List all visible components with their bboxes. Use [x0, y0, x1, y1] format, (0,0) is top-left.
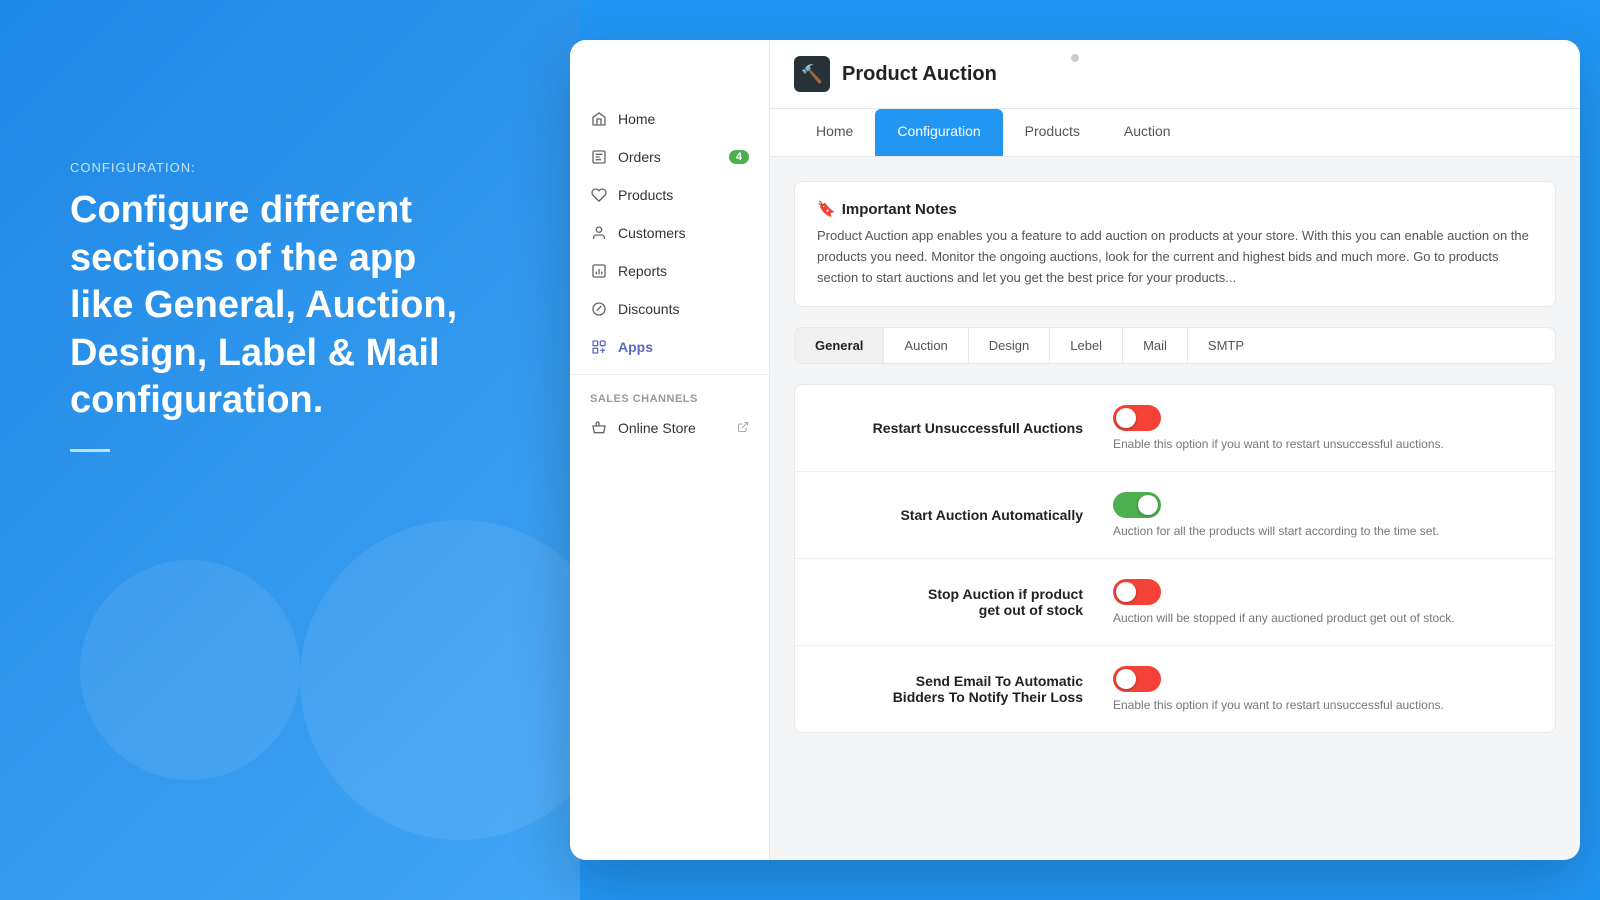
sub-tab-design[interactable]: Design	[969, 328, 1050, 363]
setting-desc-email-bidders: Enable this option if you want to restar…	[1113, 698, 1533, 712]
orders-icon	[590, 148, 608, 166]
toggle-auto-start[interactable]	[1113, 492, 1161, 518]
config-label: CONFIGURATION:	[70, 160, 490, 175]
sub-tab-mail[interactable]: Mail	[1123, 328, 1188, 363]
sidebar-divider	[570, 374, 769, 375]
sub-tabs: General Auction Design Lebel Mail SMTP	[794, 327, 1556, 364]
deco-circle-2	[80, 560, 300, 780]
notes-title: 🔖 Important Notes	[817, 200, 1533, 218]
tab-home[interactable]: Home	[794, 109, 875, 156]
toggle-restart[interactable]	[1113, 405, 1161, 431]
customers-icon	[590, 224, 608, 242]
reports-icon	[590, 262, 608, 280]
store-icon	[590, 419, 608, 437]
left-text-block: CONFIGURATION: Configure different secti…	[70, 160, 490, 452]
setting-desc-restart: Enable this option if you want to restar…	[1113, 437, 1533, 451]
sub-tab-lebel[interactable]: Lebel	[1050, 328, 1123, 363]
left-panel: CONFIGURATION: Configure different secti…	[0, 0, 580, 900]
online-store-label: Online Store	[618, 420, 696, 436]
sidebar-item-orders[interactable]: Orders 4	[570, 138, 769, 176]
config-heading: Configure different sections of the app …	[70, 187, 490, 425]
toggle-stop-oos[interactable]	[1113, 579, 1161, 605]
discounts-icon	[590, 300, 608, 318]
setting-control-stop-oos: Auction will be stopped if any auctioned…	[1113, 579, 1533, 625]
setting-control-email-bidders: Enable this option if you want to restar…	[1113, 666, 1533, 712]
main-window: Home Orders 4 Products Customers R	[570, 40, 1580, 860]
sidebar: Home Orders 4 Products Customers R	[570, 40, 770, 860]
setting-title-restart: Restart Unsuccessfull Auctions	[817, 420, 1083, 436]
sidebar-item-products[interactable]: Products	[570, 176, 769, 214]
important-notes-box: 🔖 Important Notes Product Auction app en…	[794, 181, 1556, 307]
setting-row-restart: Restart Unsuccessfull Auctions Enable th…	[795, 385, 1555, 472]
sidebar-discounts-label: Discounts	[618, 301, 679, 317]
sidebar-item-home[interactable]: Home	[570, 100, 769, 138]
sidebar-apps-label: Apps	[618, 339, 653, 355]
apps-icon	[590, 338, 608, 356]
setting-label-auto-start: Start Auction Automatically	[817, 507, 1113, 523]
setting-title-email-1: Send Email To Automatic	[817, 673, 1083, 689]
notes-text: Product Auction app enables you a featur…	[817, 226, 1533, 288]
setting-title-email-2: Bidders To Notify Their Loss	[817, 689, 1083, 705]
toggle-thumb-auto-start	[1138, 495, 1158, 515]
content-area: 🔨 Product Auction Home Configuration Pro…	[770, 40, 1580, 860]
sidebar-item-apps[interactable]: Apps	[570, 328, 769, 366]
setting-title-auto-start: Start Auction Automatically	[817, 507, 1083, 523]
sidebar-customers-label: Customers	[618, 225, 686, 241]
notes-icon: 🔖	[817, 200, 836, 218]
products-icon	[590, 186, 608, 204]
window-dot	[1071, 54, 1079, 62]
settings-card: Restart Unsuccessfull Auctions Enable th…	[794, 384, 1556, 733]
sidebar-item-reports[interactable]: Reports	[570, 252, 769, 290]
sidebar-reports-label: Reports	[618, 263, 667, 279]
toggle-thumb-stop-oos	[1116, 582, 1136, 602]
sidebar-orders-label: Orders	[618, 149, 661, 165]
tab-products[interactable]: Products	[1003, 109, 1102, 156]
setting-title-stop-oos-2: get out of stock	[817, 602, 1083, 618]
toggle-thumb-restart	[1116, 408, 1136, 428]
sub-tab-smtp[interactable]: SMTP	[1188, 328, 1264, 363]
setting-label-email-bidders: Send Email To Automatic Bidders To Notif…	[817, 673, 1113, 705]
setting-row-email-bidders: Send Email To Automatic Bidders To Notif…	[795, 646, 1555, 732]
tab-auction[interactable]: Auction	[1102, 109, 1193, 156]
sidebar-item-online-store[interactable]: Online Store	[570, 409, 769, 447]
external-link-icon	[737, 421, 749, 436]
setting-label-stop-oos: Stop Auction if product get out of stock	[817, 586, 1113, 618]
toggle-email-bidders[interactable]	[1113, 666, 1161, 692]
sidebar-item-customers[interactable]: Customers	[570, 214, 769, 252]
tab-configuration[interactable]: Configuration	[875, 109, 1002, 156]
sales-channels-section-label: SALES CHANNELS	[570, 383, 769, 409]
setting-control-restart: Enable this option if you want to restar…	[1113, 405, 1533, 451]
sub-tab-auction[interactable]: Auction	[884, 328, 968, 363]
nav-tabs: Home Configuration Products Auction	[770, 109, 1580, 157]
setting-label-restart: Restart Unsuccessfull Auctions	[817, 420, 1113, 436]
content-body: 🔖 Important Notes Product Auction app en…	[770, 157, 1580, 860]
sub-tab-general[interactable]: General	[795, 328, 884, 363]
setting-desc-auto-start: Auction for all the products will start …	[1113, 524, 1533, 538]
setting-desc-stop-oos: Auction will be stopped if any auctioned…	[1113, 611, 1533, 625]
sidebar-item-discounts[interactable]: Discounts	[570, 290, 769, 328]
auction-icon: 🔨	[794, 56, 830, 92]
setting-control-auto-start: Auction for all the products will start …	[1113, 492, 1533, 538]
heading-divider	[70, 449, 110, 452]
content-header: 🔨 Product Auction	[770, 40, 1580, 109]
setting-row-auto-start: Start Auction Automatically Auction for …	[795, 472, 1555, 559]
home-icon	[590, 110, 608, 128]
page-title: Product Auction	[842, 63, 997, 86]
setting-title-stop-oos-1: Stop Auction if product	[817, 586, 1083, 602]
sidebar-home-label: Home	[618, 111, 655, 127]
orders-badge: 4	[729, 150, 749, 164]
setting-row-stop-oos: Stop Auction if product get out of stock…	[795, 559, 1555, 646]
sidebar-products-label: Products	[618, 187, 673, 203]
toggle-thumb-email-bidders	[1116, 669, 1136, 689]
